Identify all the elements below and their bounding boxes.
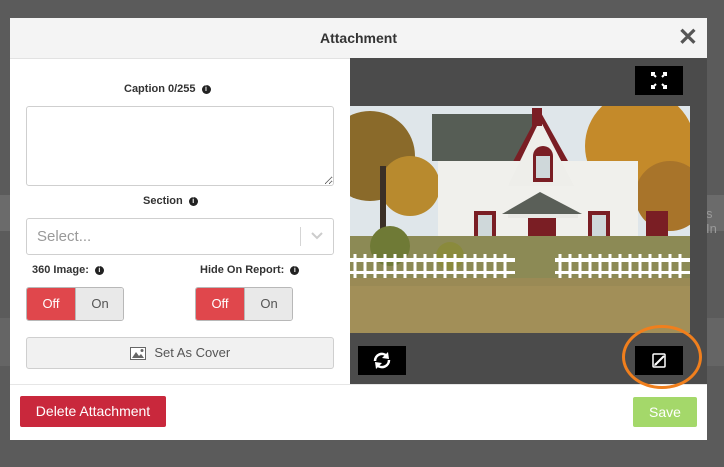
hide-on-report-toggle[interactable]: Off On	[195, 287, 293, 321]
info-icon[interactable]: i	[188, 197, 198, 206]
hide-on-report-label-text: Hide On Report:	[200, 264, 285, 276]
set-as-cover-button[interactable]: Set As Cover	[26, 337, 334, 369]
caption-label: Caption 0/255 i	[124, 83, 211, 95]
caption-label-text: Caption 0/255	[124, 83, 196, 95]
rotate-icon[interactable]	[358, 346, 406, 375]
section-select-placeholder: Select...	[37, 228, 92, 245]
close-icon[interactable]: ✕	[678, 23, 698, 53]
image360-label-text: 360 Image:	[32, 264, 89, 276]
chevron-down-icon[interactable]	[309, 225, 325, 252]
background-text: s In	[706, 206, 717, 236]
hide-on-report-on-button[interactable]: On	[244, 288, 292, 320]
highlight-circle	[622, 325, 702, 389]
hide-on-report-off-button[interactable]: Off	[196, 288, 244, 320]
delete-attachment-button[interactable]: Delete Attachment	[20, 396, 166, 427]
info-icon[interactable]: i	[290, 266, 300, 275]
dialog-header: Attachment ✕	[10, 18, 707, 59]
section-label: Section i	[143, 195, 198, 207]
section-label-text: Section	[143, 195, 183, 207]
select-divider	[300, 227, 301, 246]
house-photo	[350, 106, 690, 333]
set-as-cover-label: Set As Cover	[154, 345, 231, 360]
attachment-dialog: Attachment ✕ Caption 0/255 i Section i Sel…	[10, 18, 707, 440]
image360-label: 360 Image: i	[32, 264, 104, 276]
info-icon[interactable]: i	[201, 85, 211, 94]
hide-on-report-label: Hide On Report: i	[200, 264, 300, 276]
dialog-title: Attachment	[319, 30, 397, 46]
caption-textarea[interactable]	[26, 106, 334, 186]
section-select[interactable]: Select...	[26, 218, 334, 255]
info-icon[interactable]: i	[94, 266, 104, 275]
image360-on-button[interactable]: On	[75, 288, 123, 320]
image360-off-button[interactable]: Off	[27, 288, 75, 320]
image-icon	[129, 345, 155, 360]
dialog-footer: Delete Attachment Save	[10, 384, 707, 440]
image360-toggle[interactable]: Off On	[26, 287, 124, 321]
expand-icon[interactable]	[635, 66, 683, 95]
save-button[interactable]: Save	[633, 397, 697, 427]
